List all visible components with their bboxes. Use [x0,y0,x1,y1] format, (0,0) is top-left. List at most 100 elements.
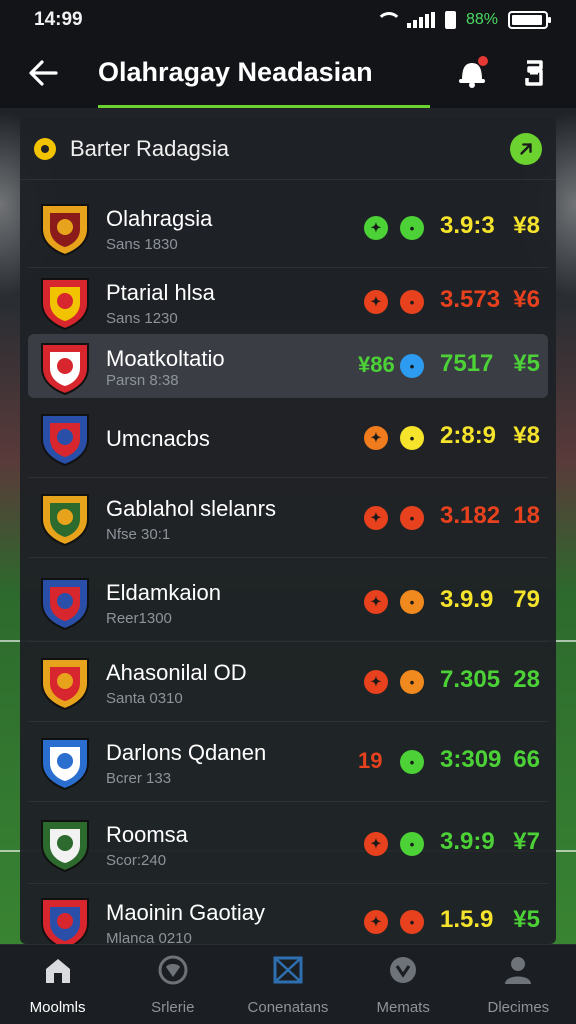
page-title-container: Olahragay Neadasian [98,54,430,108]
nav-item-home[interactable]: Moolmls [0,953,115,1016]
nav-label: Moolmls [29,999,86,1016]
wifi-icon [375,12,402,28]
team-value: 66 [513,746,540,773]
team-crest-icon [41,658,89,711]
team-name: Eldamkaion [106,580,221,605]
team-value: ¥7 [513,828,540,855]
league-icon [34,137,56,160]
team-value: ¥5 [513,906,540,933]
shield-icon [158,955,188,985]
team-value: ¥6 [513,286,540,313]
form-indicator-icon: ✦ [364,290,388,314]
team-crest-icon [41,738,89,791]
form-indicator-icon: • [400,354,424,378]
nav-item-shield[interactable]: Srlerie [115,953,230,1016]
team-value: 18 [513,502,540,529]
team-value: ¥8 [513,212,540,239]
nav-item-pitch[interactable]: Conenatans [230,953,345,1016]
form-indicator-icon: • [400,670,424,694]
arrow-left-icon [29,60,58,86]
more-options-button[interactable] [518,56,550,90]
team-subtitle: Sans 1230 [106,310,178,327]
form-indicator-icon: • [400,832,424,856]
form-indicator-icon: • [400,750,424,774]
team-odds: 3.573 [440,286,501,313]
team-subtitle: Sans 1830 [106,236,178,253]
card-title: Barter Radagsia [70,135,229,161]
team-odds: 3.9:9 [440,828,495,855]
notifications-button[interactable] [454,54,490,90]
expand-button[interactable] [510,132,542,165]
nav-label: Conenatans [247,999,329,1016]
team-odds: 3.9:3 [440,212,495,239]
form-indicator-icon: ✦ [364,670,388,694]
team-crest-icon [41,898,89,944]
team-name: Darlons Qdanen [106,740,267,765]
status-icons: 88% [375,11,551,29]
badge-icon [390,957,417,983]
battery-percentage: 88% [465,11,498,28]
nav-label: Dlecimes [487,999,550,1016]
team-odds: 3.182 [440,502,501,529]
form-indicator-icon: • [400,590,424,614]
team-row[interactable]: Eldamkaion Reer1300 ✦ • 3.9.9 79 [28,564,548,642]
team-name: Ahasonilal OD [106,660,247,685]
team-row[interactable]: Olahragsia Sans 1830 ✦ • 3.9:3 ¥8 [28,190,548,268]
team-subtitle: Mlanca 0210 [106,930,192,944]
team-odds: 3.9.9 [440,586,494,613]
team-name: Roomsa [106,822,188,847]
battery-icon [508,11,551,29]
form-indicator-icon: ✦ [364,832,388,856]
team-value: 79 [513,586,540,613]
team-name: Umcnacbs [106,426,210,451]
signal-icon [406,12,435,28]
form-indicator-text: ¥86 [358,352,395,377]
form-indicator-icon: ✦ [364,590,388,614]
team-odds: 7517 [440,350,494,377]
team-row[interactable]: Darlons Qdanen Bcrer 133 19 • 3:309 66 [28,724,548,802]
back-button[interactable] [26,56,60,90]
team-row[interactable]: Ahasonilal OD Santa 0310 ✦ • 7.305 28 [28,644,548,722]
page-title: Olahragay Neadasian [98,57,373,87]
team-subtitle: Parsn 8:38 [106,372,179,389]
team-crest-icon [41,414,89,467]
form-indicator-text: 19 [358,748,383,773]
team-subtitle: Nfse 30:1 [106,526,171,543]
more-icon [525,60,543,86]
team-subtitle: Reer1300 [106,610,172,627]
standings-card: Barter Radagsia Olahragsia Sans 1830 ✦ • 3.9… [20,118,556,944]
profile-icon [505,957,532,984]
team-crest-icon [41,278,89,331]
form-indicator-icon: • [400,216,424,240]
form-indicator-icon: • [400,426,424,450]
team-odds: 7.305 [440,666,501,693]
team-row[interactable]: Moatkoltatio Parsn 8:38 ¥86 • 7517 ¥5 [28,334,548,398]
team-name: Moatkoltatio [106,346,225,371]
team-name: Ptarial hlsa [106,280,215,305]
team-odds: 3:309 [440,746,502,773]
team-crest-icon [41,494,89,547]
form-indicator-icon: • [400,506,424,530]
team-row[interactable]: Gablahol slelanrs Nfse 30:1 ✦ • 3.182 18 [28,480,548,558]
nav-item-profile[interactable]: Dlecimes [461,953,576,1016]
team-subtitle: Bcrer 133 [106,770,172,787]
nav-label: Memats [376,999,430,1016]
team-odds: 1.5.9 [440,906,494,933]
status-bar: 14:99 88% [0,0,576,40]
form-indicator-icon: ✦ [364,426,388,450]
team-row[interactable]: Maoinin Gaotiay Mlanca 0210 ✦ • 1.5.9 ¥5 [28,884,548,944]
team-crest-icon [41,578,89,631]
form-indicator-icon: ✦ [364,216,388,240]
status-time: 14:99 [34,9,83,30]
form-indicator-icon: • [400,910,424,934]
team-name: Gablahol slelanrs [106,496,276,521]
form-indicator-icon: ✦ [364,910,388,934]
notification-badge [478,56,488,66]
team-name: Olahragsia [106,206,213,231]
team-row[interactable]: Umcnacbs ✦ • 2:8:9 ¥8 [28,400,548,478]
team-row[interactable]: Ptarial hlsa Sans 1230 ✦ • 3.573 ¥6 [28,264,548,342]
team-row[interactable]: Roomsa Scor:240 ✦ • 3.9:9 ¥7 [28,806,548,884]
nav-item-badge[interactable]: Memats [346,953,461,1016]
team-crest-icon [41,343,89,396]
team-subtitle: Santa 0310 [106,690,183,707]
